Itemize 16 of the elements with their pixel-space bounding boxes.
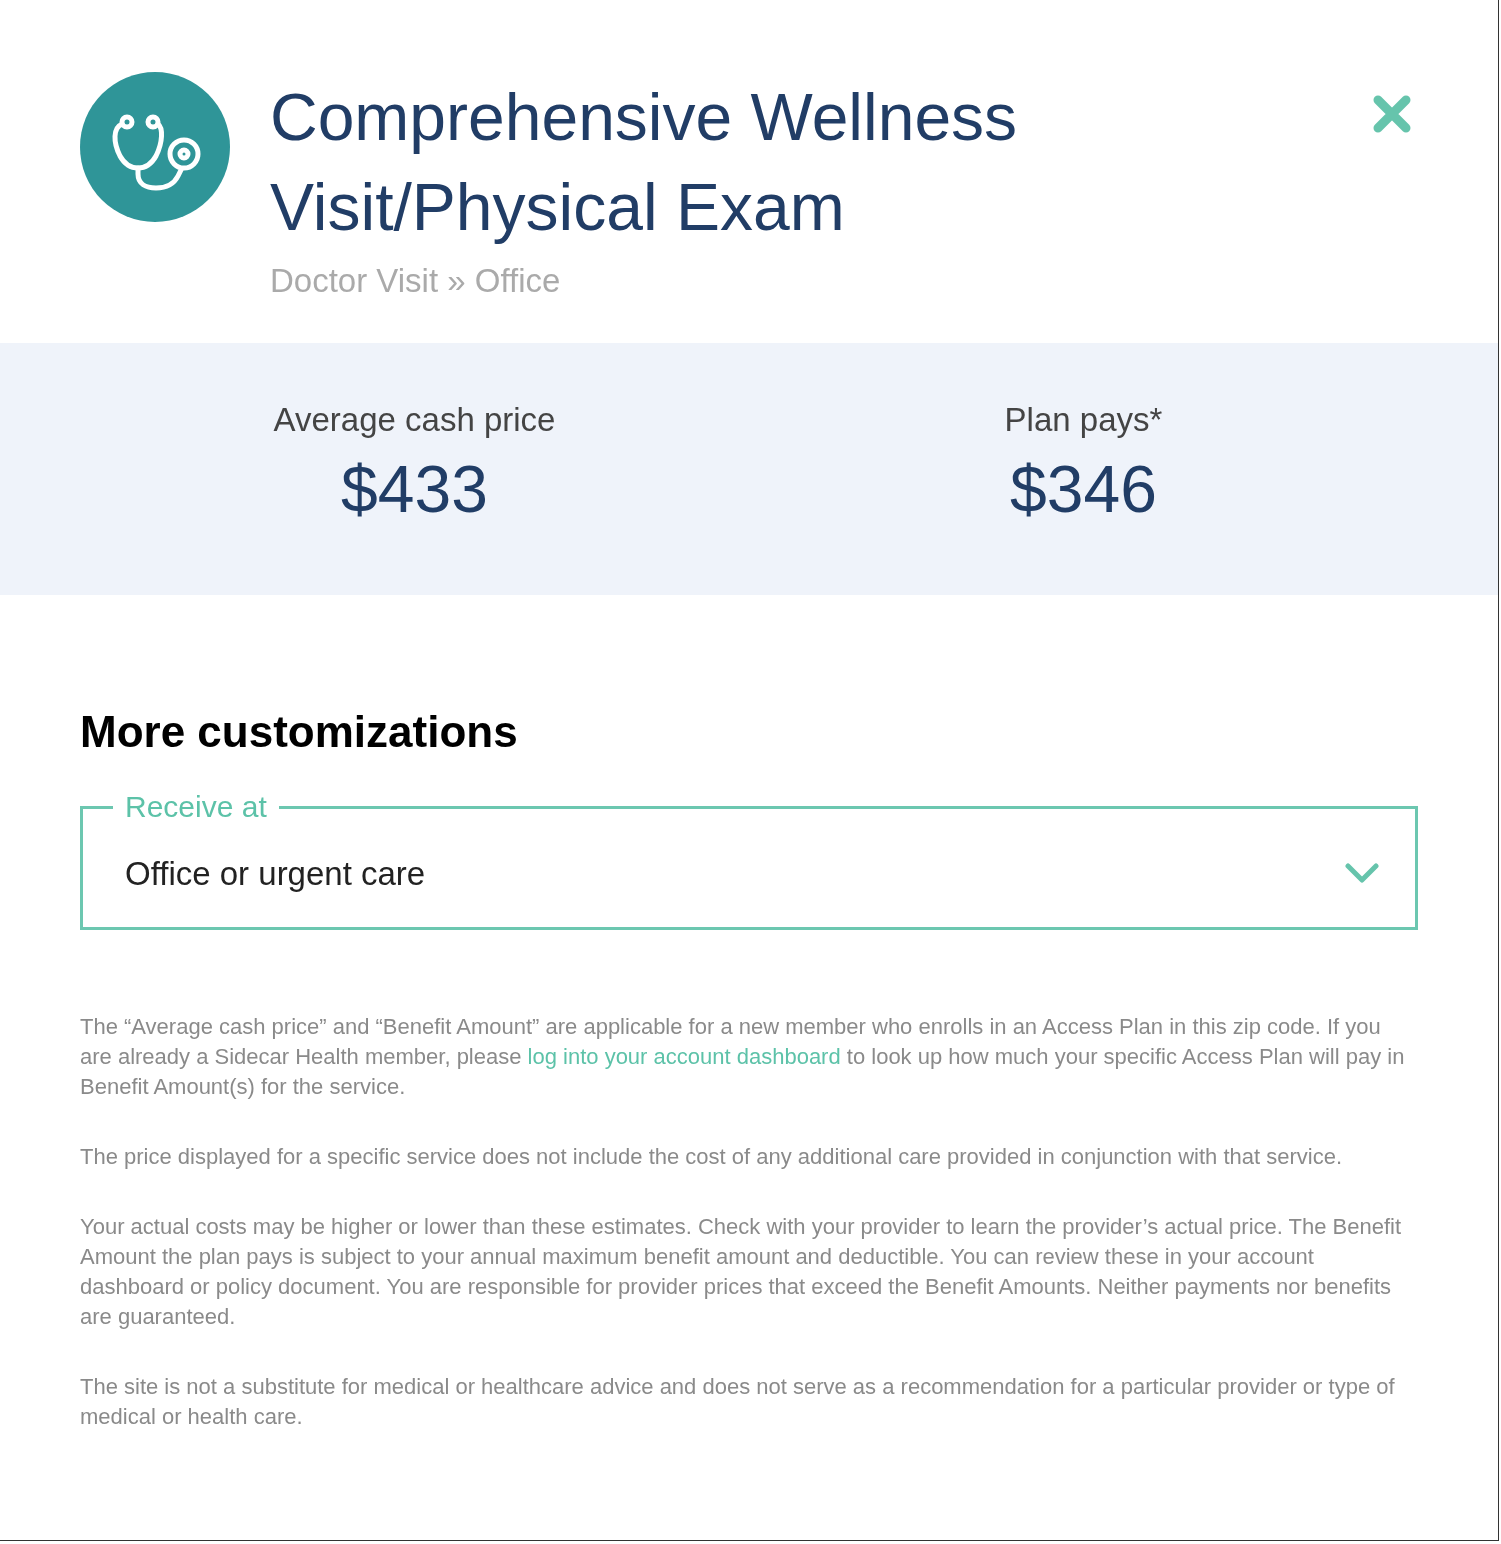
service-title: Comprehensive Wellness Visit/Physical Exam <box>270 79 1019 246</box>
disclaimer-text: The price displayed for a specific service does not include the cost of any additional care provided in conjunction with that service. <box>80 1143 1344 1171</box>
select-value: Office or urgent care <box>125 855 426 893</box>
close-icon[interactable] <box>1372 94 1412 134</box>
price-label: Average cash price <box>273 401 556 439</box>
disclaimer-text: Your actual costs may be higher or lower than these estimates. Check with your provider to learn the provider’s actual price. The Benefit Amount the plan pays is subject to your annual maximum benefit amount and deductible. You can review these in your account dashboard or policy document. You are responsible for provider prices that exceed the Benefit Amounts. Neither payments nor benefits are guaranteed. <box>80 1213 1403 1331</box>
select-label: Receive at <box>124 789 268 825</box>
price-value: $346 <box>1010 451 1157 527</box>
section-heading: More customizations <box>80 707 519 757</box>
stethoscope-icon <box>80 72 230 222</box>
price-value: $433 <box>341 451 488 527</box>
chevron-down-icon <box>1345 863 1379 885</box>
disclaimer-text: The “Average cash price” and “Benefit Amount” are applicable for a new member who enrolls in an Access Plan in this zip code. If you are already a Sidecar Health member, please log into your account dashboard to look up how much your specific Access Plan will pay in Benefit Amount(s) for the service. <box>80 1013 1406 1101</box>
disclaimer-text: The site is not a substitute for medical or healthcare advice and does not serve as a recommendation for a particular provider or type of medical or health care. <box>80 1373 1396 1431</box>
price-label: Plan pays* <box>1004 401 1163 439</box>
breadcrumb: Doctor Visit » Office <box>270 262 562 300</box>
